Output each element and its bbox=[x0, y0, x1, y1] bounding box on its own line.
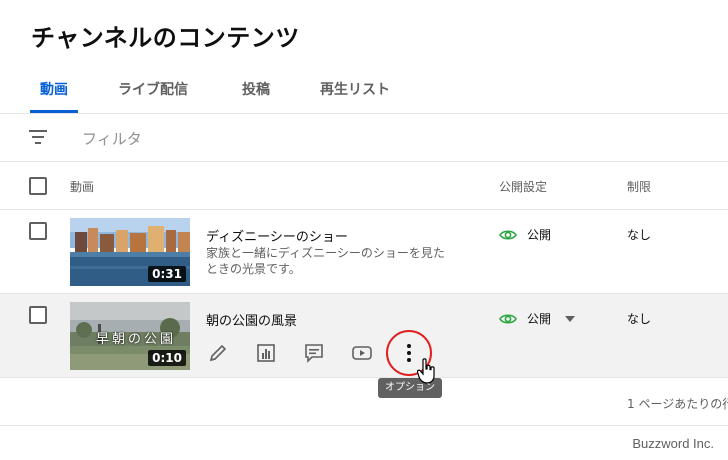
duration-badge: 0:10 bbox=[148, 350, 186, 366]
video-title[interactable]: ディズニーシーのショー bbox=[206, 226, 348, 245]
visibility-status[interactable]: 公開 bbox=[499, 310, 576, 327]
tab-playlists[interactable]: 再生リスト bbox=[320, 79, 390, 99]
more-options-icon[interactable] bbox=[400, 342, 418, 364]
tab-posts[interactable]: 投稿 bbox=[242, 79, 270, 99]
rows-per-page-label: 1 ページあたりの行 bbox=[627, 397, 728, 411]
visibility-status[interactable]: 公開 bbox=[499, 226, 551, 243]
eye-icon bbox=[499, 229, 517, 240]
hand-cursor-icon bbox=[417, 358, 435, 384]
pagination-bar: 1 ページあたりの行 bbox=[0, 378, 728, 426]
filter-bar[interactable]: フィルタ bbox=[0, 114, 728, 162]
tab-bar: 動画 ライブ配信 投稿 再生リスト bbox=[0, 68, 728, 114]
header-video: 動画 bbox=[70, 180, 95, 194]
dropdown-arrow-icon[interactable] bbox=[565, 315, 576, 322]
pencil-icon[interactable] bbox=[207, 342, 229, 364]
header-visibility[interactable]: 公開設定 bbox=[499, 178, 547, 195]
comments-icon[interactable] bbox=[303, 342, 325, 364]
video-thumbnail[interactable]: 早朝の公園 0:10 bbox=[70, 302, 190, 370]
eye-icon bbox=[499, 313, 517, 324]
youtube-icon[interactable] bbox=[351, 342, 373, 364]
tab-live[interactable]: ライブ配信 bbox=[118, 79, 188, 99]
table-row[interactable]: 0:31 ディズニーシーのショー 家族と一緒にディズニーシーのショーを見たときの… bbox=[0, 210, 728, 294]
video-description: 家族と一緒にディズニーシーのショーを見たときの光景です。 bbox=[206, 246, 445, 276]
header-restrictions[interactable]: 制限 bbox=[627, 178, 651, 195]
visibility-label: 公開 bbox=[527, 312, 552, 326]
filter-icon[interactable] bbox=[29, 130, 47, 144]
restrictions-value: なし bbox=[627, 228, 652, 242]
duration-badge: 0:31 bbox=[148, 266, 186, 282]
select-all-checkbox[interactable] bbox=[29, 177, 47, 195]
video-thumbnail[interactable]: 0:31 bbox=[70, 218, 190, 286]
table-header: 動画 公開設定 制限 bbox=[0, 162, 728, 210]
tab-videos[interactable]: 動画 bbox=[40, 79, 68, 99]
video-title[interactable]: 朝の公園の風景 bbox=[206, 310, 297, 329]
analytics-icon[interactable] bbox=[255, 342, 277, 364]
thumbnail-caption: 早朝の公園 bbox=[96, 332, 177, 347]
row-checkbox[interactable] bbox=[29, 306, 47, 324]
active-tab-indicator bbox=[30, 110, 78, 113]
table-row[interactable]: 早朝の公園 0:10 朝の公園の風景 公開 なし bbox=[0, 294, 728, 378]
visibility-label: 公開 bbox=[527, 228, 552, 242]
restrictions-value: なし bbox=[627, 312, 652, 326]
watermark: Buzzword Inc. bbox=[632, 436, 714, 451]
page-title: チャンネルのコンテンツ bbox=[31, 24, 300, 52]
filter-input[interactable]: フィルタ bbox=[82, 128, 142, 149]
row-checkbox[interactable] bbox=[29, 222, 47, 240]
